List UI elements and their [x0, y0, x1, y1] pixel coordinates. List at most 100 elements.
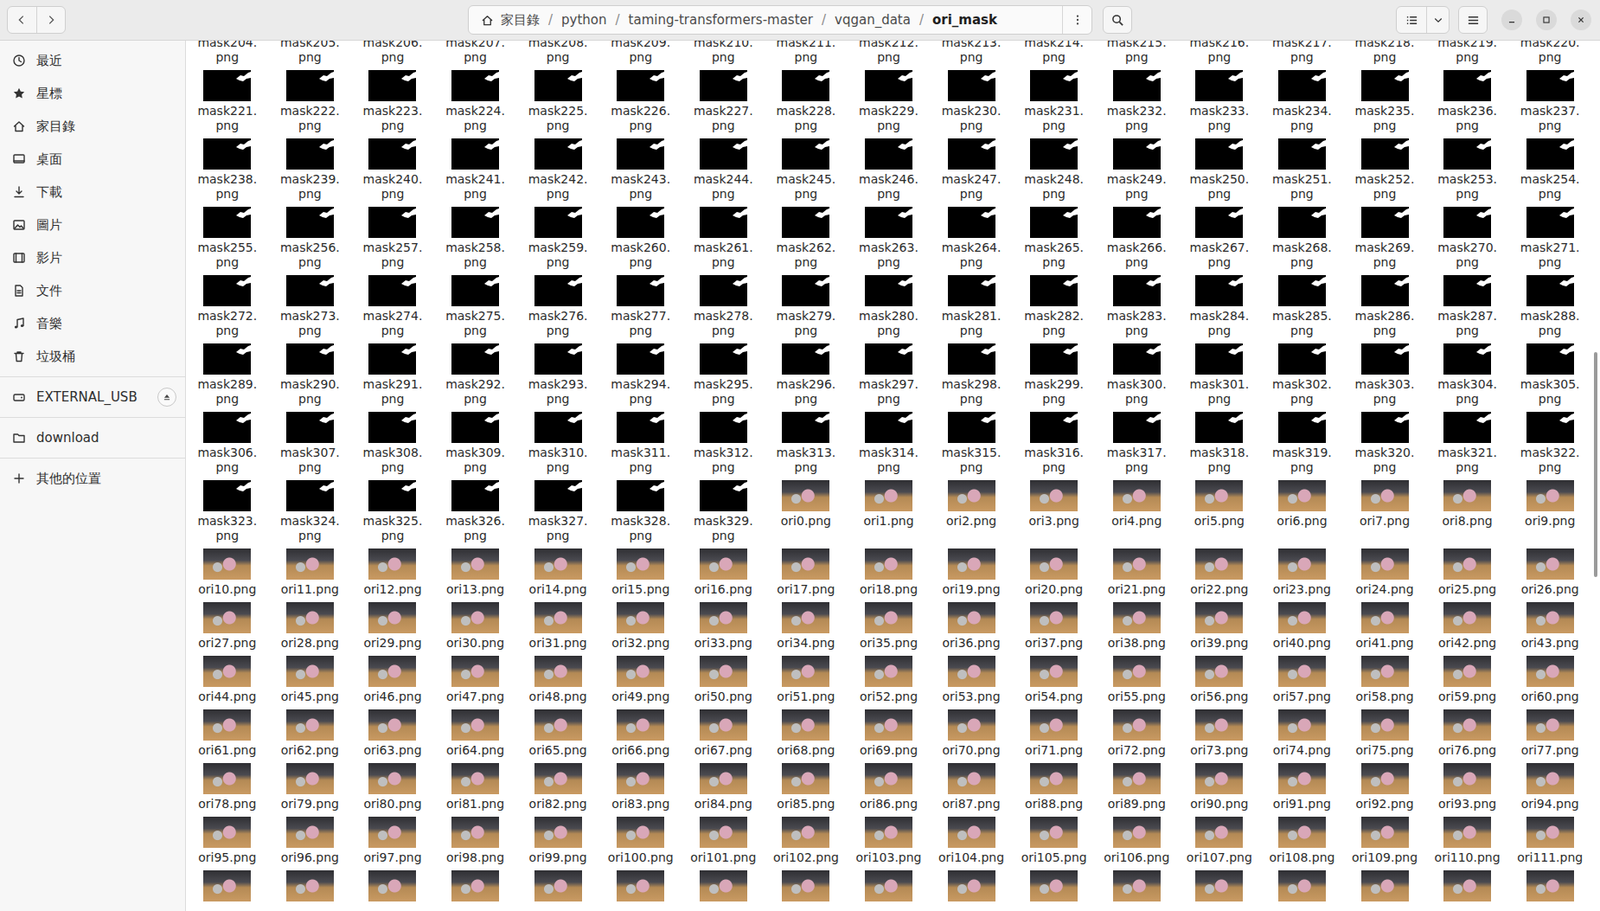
file-item[interactable]: mask227.png — [682, 64, 766, 134]
file-item[interactable]: mask220.png — [1508, 40, 1592, 65]
file-item[interactable]: ori36.png — [929, 596, 1013, 651]
file-item[interactable]: mask320.png — [1343, 406, 1427, 475]
file-item[interactable]: mask234.png — [1260, 64, 1344, 134]
file-item[interactable] — [599, 864, 683, 904]
file-item[interactable]: mask230.png — [929, 64, 1013, 134]
file-item[interactable]: ori43.png — [1508, 596, 1592, 651]
file-item[interactable]: ori57.png — [1260, 650, 1344, 704]
file-item[interactable]: ori52.png — [847, 650, 931, 704]
file-item[interactable]: ori11.png — [268, 543, 352, 597]
file-item[interactable]: ori44.png — [185, 650, 269, 704]
sidebar-item[interactable]: 圖片 — [0, 208, 186, 242]
file-item[interactable]: ori28.png — [268, 596, 352, 651]
file-item[interactable]: ori107.png — [1177, 811, 1261, 865]
file-item[interactable]: mask208.png — [516, 40, 600, 65]
file-item[interactable]: mask325.png — [351, 474, 435, 544]
file-item[interactable]: ori35.png — [847, 596, 931, 651]
file-item[interactable]: ori84.png — [682, 757, 766, 812]
file-item[interactable]: ori73.png — [1177, 704, 1261, 758]
file-item[interactable]: mask284.png — [1177, 269, 1261, 339]
file-item[interactable]: ori78.png — [185, 757, 269, 812]
file-item[interactable]: ori61.png — [185, 704, 269, 758]
file-item[interactable]: mask206.png — [351, 40, 435, 65]
maximize-button[interactable] — [1536, 9, 1557, 31]
file-item[interactable]: ori111.png — [1508, 811, 1592, 865]
file-item[interactable]: mask287.png — [1426, 269, 1510, 339]
file-item[interactable]: mask328.png — [599, 474, 683, 544]
view-options-button[interactable] — [1426, 6, 1449, 33]
file-item[interactable]: ori22.png — [1177, 543, 1261, 597]
file-item[interactable]: ori17.png — [764, 543, 848, 597]
file-item[interactable]: mask300.png — [1094, 338, 1178, 407]
file-item[interactable] — [1012, 864, 1096, 904]
file-item[interactable]: ori48.png — [516, 650, 600, 704]
file-item[interactable]: mask224.png — [434, 64, 518, 134]
file-item[interactable]: mask214.png — [1012, 40, 1096, 65]
file-item[interactable]: mask222.png — [268, 64, 352, 134]
file-item[interactable]: ori110.png — [1426, 811, 1510, 865]
file-item[interactable]: mask228.png — [764, 64, 848, 134]
sidebar-item[interactable]: 家目錄 — [0, 109, 186, 143]
scrollbar[interactable] — [1593, 352, 1598, 577]
file-item[interactable]: ori92.png — [1343, 757, 1427, 812]
file-item[interactable]: ori4.png — [1094, 474, 1178, 529]
file-item[interactable]: mask223.png — [351, 64, 435, 134]
file-item[interactable]: mask302.png — [1260, 338, 1344, 407]
file-item[interactable]: mask237.png — [1508, 64, 1592, 134]
file-item[interactable]: ori12.png — [351, 543, 435, 597]
file-item[interactable]: mask273.png — [268, 269, 352, 339]
file-item[interactable]: mask324.png — [268, 474, 352, 544]
file-item[interactable]: mask295.png — [682, 338, 766, 407]
file-item[interactable]: ori5.png — [1177, 474, 1261, 529]
file-item[interactable]: mask304.png — [1426, 338, 1510, 407]
list-view-button[interactable] — [1396, 6, 1427, 33]
file-item[interactable]: mask315.png — [929, 406, 1013, 475]
file-item[interactable]: mask297.png — [847, 338, 931, 407]
file-item[interactable]: mask310.png — [516, 406, 600, 475]
file-item[interactable]: mask271.png — [1508, 201, 1592, 270]
file-item[interactable]: ori63.png — [351, 704, 435, 758]
file-item[interactable]: ori108.png — [1260, 811, 1344, 865]
file-item[interactable]: mask280.png — [847, 269, 931, 339]
file-item[interactable] — [1426, 864, 1510, 904]
file-item[interactable]: mask286.png — [1343, 269, 1427, 339]
file-item[interactable]: ori9.png — [1508, 474, 1592, 529]
file-item[interactable]: mask251.png — [1260, 133, 1344, 202]
file-item[interactable]: ori14.png — [516, 543, 600, 597]
file-item[interactable]: ori58.png — [1343, 650, 1427, 704]
file-item[interactable]: ori45.png — [268, 650, 352, 704]
file-item[interactable]: ori2.png — [929, 474, 1013, 529]
file-item[interactable]: mask278.png — [682, 269, 766, 339]
file-item[interactable]: ori55.png — [1094, 650, 1178, 704]
file-item[interactable] — [764, 864, 848, 904]
file-item[interactable]: ori13.png — [434, 543, 518, 597]
file-item[interactable]: ori15.png — [599, 543, 683, 597]
file-item[interactable]: mask301.png — [1177, 338, 1261, 407]
file-item[interactable] — [847, 864, 931, 904]
file-item[interactable]: mask291.png — [351, 338, 435, 407]
file-item[interactable]: ori39.png — [1177, 596, 1261, 651]
file-item[interactable] — [929, 864, 1013, 904]
file-item[interactable]: ori86.png — [847, 757, 931, 812]
file-item[interactable]: mask252.png — [1343, 133, 1427, 202]
file-item[interactable] — [1508, 864, 1592, 904]
file-item[interactable]: mask253.png — [1426, 133, 1510, 202]
file-item[interactable]: ori34.png — [764, 596, 848, 651]
file-item[interactable]: ori87.png — [929, 757, 1013, 812]
main-menu-button[interactable] — [1458, 6, 1488, 34]
file-item[interactable]: mask306.png — [185, 406, 269, 475]
file-item[interactable] — [682, 864, 766, 904]
file-item[interactable]: ori46.png — [351, 650, 435, 704]
file-item[interactable]: mask308.png — [351, 406, 435, 475]
file-item[interactable]: mask329.png — [682, 474, 766, 544]
file-item[interactable]: mask225.png — [516, 64, 600, 134]
file-item[interactable]: ori104.png — [929, 811, 1013, 865]
file-item[interactable]: mask275.png — [434, 269, 518, 339]
file-item[interactable]: ori72.png — [1094, 704, 1178, 758]
file-item[interactable]: mask277.png — [599, 269, 683, 339]
file-item[interactable]: mask256.png — [268, 201, 352, 270]
file-item[interactable]: mask265.png — [1012, 201, 1096, 270]
file-item[interactable] — [351, 864, 435, 904]
file-item[interactable]: mask218.png — [1343, 40, 1427, 65]
file-item[interactable]: mask205.png — [268, 40, 352, 65]
